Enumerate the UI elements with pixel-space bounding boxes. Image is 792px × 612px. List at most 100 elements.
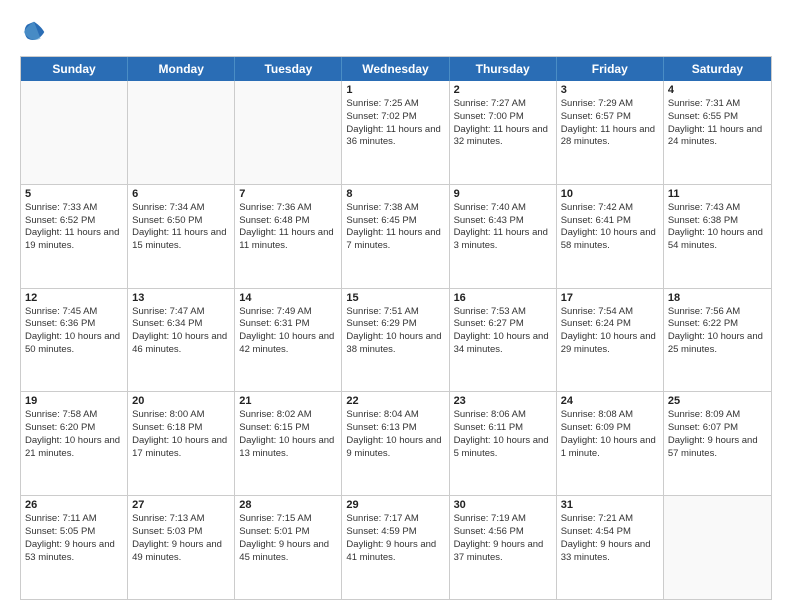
calendar-cell: 23Sunrise: 8:06 AM Sunset: 6:11 PM Dayli…: [450, 392, 557, 495]
day-info: Sunrise: 7:51 AM Sunset: 6:29 PM Dayligh…: [346, 306, 444, 357]
day-number: 1: [346, 84, 444, 96]
day-number: 14: [239, 292, 337, 304]
calendar-cell: 4 Sunrise: 7:31 AM Sunset: 6:55 PM Daylig…: [664, 81, 771, 184]
calendar-cell: 20 Sunrise: 8:00 AM Sunset: 6:18 PM Dayli…: [128, 392, 235, 495]
calendar-cell: [128, 81, 235, 184]
day-info: Sunrise: 8:00 AM Sunset: 6:18 PM Dayligh…: [132, 409, 230, 460]
calendar-week-3: 12 Sunrise: 7:45 AM Sunset: 6:36 PM Dayli…: [21, 289, 771, 393]
day-number: 16: [454, 292, 552, 304]
day-info: Sunrise: 8:02 AM Sunset: 6:15 PM Dayligh…: [239, 409, 337, 460]
calendar-cell: 18Sunrise: 7:56 AM Sunset: 6:22 PM Dayli…: [664, 289, 771, 392]
calendar-cell: 12 Sunrise: 7:45 AM Sunset: 6:36 PM Dayli…: [21, 289, 128, 392]
calendar-cell: 10 Sunrise: 7:42 AM Sunset: 6:41 PM Dayli…: [557, 185, 664, 288]
calendar-cell: 13 Sunrise: 7:47 AM Sunset: 6:34 PM Dayli…: [128, 289, 235, 392]
header-day-monday: Monday: [128, 57, 235, 81]
day-number: 29: [346, 499, 444, 511]
header-day-tuesday: Tuesday: [235, 57, 342, 81]
day-number: 4: [668, 84, 767, 96]
day-info: Sunrise: 7:11 AM Sunset: 5:05 PM Dayligh…: [25, 513, 123, 564]
calendar-cell: 15 Sunrise: 7:51 AM Sunset: 6:29 PM Dayli…: [342, 289, 449, 392]
day-number: 20: [132, 395, 230, 407]
day-number: 15: [346, 292, 444, 304]
day-number: 9: [454, 188, 552, 200]
day-number: 27: [132, 499, 230, 511]
calendar-cell: 31Sunrise: 7:21 AM Sunset: 4:54 PM Dayli…: [557, 496, 664, 599]
calendar-cell: 29 Sunrise: 7:17 AM Sunset: 4:59 PM Dayli…: [342, 496, 449, 599]
day-number: 10: [561, 188, 659, 200]
day-info: Sunrise: 7:27 AM Sunset: 7:00 PM Dayligh…: [454, 98, 552, 149]
day-info: Sunrise: 7:13 AM Sunset: 5:03 PM Dayligh…: [132, 513, 230, 564]
calendar-cell: 9 Sunrise: 7:40 AM Sunset: 6:43 PM Daylig…: [450, 185, 557, 288]
calendar-week-4: 19 Sunrise: 7:58 AM Sunset: 6:20 PM Dayli…: [21, 392, 771, 496]
day-info: Sunrise: 7:34 AM Sunset: 6:50 PM Dayligh…: [132, 202, 230, 253]
calendar-header: SundayMondayTuesdayWednesdayThursdayFrid…: [21, 57, 771, 81]
day-info: Sunrise: 7:17 AM Sunset: 4:59 PM Dayligh…: [346, 513, 444, 564]
calendar-cell: 30 Sunrise: 7:19 AM Sunset: 4:56 PM Dayli…: [450, 496, 557, 599]
calendar-cell: 19 Sunrise: 7:58 AM Sunset: 6:20 PM Dayli…: [21, 392, 128, 495]
day-number: 8: [346, 188, 444, 200]
day-info: Sunrise: 7:45 AM Sunset: 6:36 PM Dayligh…: [25, 306, 123, 357]
day-number: 21: [239, 395, 337, 407]
day-number: 17: [561, 292, 659, 304]
calendar-week-5: 26 Sunrise: 7:11 AM Sunset: 5:05 PM Dayli…: [21, 496, 771, 599]
calendar-cell: 7 Sunrise: 7:36 AM Sunset: 6:48 PM Daylig…: [235, 185, 342, 288]
day-info: Sunrise: 7:31 AM Sunset: 6:55 PM Dayligh…: [668, 98, 767, 149]
calendar-cell: 14Sunrise: 7:49 AM Sunset: 6:31 PM Dayli…: [235, 289, 342, 392]
calendar-cell: 27 Sunrise: 7:13 AM Sunset: 5:03 PM Dayli…: [128, 496, 235, 599]
day-info: Sunrise: 7:54 AM Sunset: 6:24 PM Dayligh…: [561, 306, 659, 357]
day-info: Sunrise: 7:21 AM Sunset: 4:54 PM Dayligh…: [561, 513, 659, 564]
calendar-cell: 26 Sunrise: 7:11 AM Sunset: 5:05 PM Dayli…: [21, 496, 128, 599]
page: SundayMondayTuesdayWednesdayThursdayFrid…: [0, 0, 792, 612]
day-info: Sunrise: 7:47 AM Sunset: 6:34 PM Dayligh…: [132, 306, 230, 357]
day-number: 19: [25, 395, 123, 407]
calendar-cell: [21, 81, 128, 184]
calendar-cell: 5 Sunrise: 7:33 AM Sunset: 6:52 PM Daylig…: [21, 185, 128, 288]
day-number: 22: [346, 395, 444, 407]
calendar-cell: 8 Sunrise: 7:38 AM Sunset: 6:45 PM Daylig…: [342, 185, 449, 288]
day-info: Sunrise: 8:08 AM Sunset: 6:09 PM Dayligh…: [561, 409, 659, 460]
day-info: Sunrise: 7:58 AM Sunset: 6:20 PM Dayligh…: [25, 409, 123, 460]
day-number: 26: [25, 499, 123, 511]
calendar-cell: 17 Sunrise: 7:54 AM Sunset: 6:24 PM Dayli…: [557, 289, 664, 392]
day-info: Sunrise: 7:42 AM Sunset: 6:41 PM Dayligh…: [561, 202, 659, 253]
calendar-cell: 24Sunrise: 8:08 AM Sunset: 6:09 PM Dayli…: [557, 392, 664, 495]
day-number: 25: [668, 395, 767, 407]
calendar-cell: 11Sunrise: 7:43 AM Sunset: 6:38 PM Dayli…: [664, 185, 771, 288]
day-number: 2: [454, 84, 552, 96]
header-day-thursday: Thursday: [450, 57, 557, 81]
day-number: 7: [239, 188, 337, 200]
calendar: SundayMondayTuesdayWednesdayThursdayFrid…: [20, 56, 772, 600]
day-number: 18: [668, 292, 767, 304]
calendar-cell: 6Sunrise: 7:34 AM Sunset: 6:50 PM Daylig…: [128, 185, 235, 288]
calendar-cell: 22 Sunrise: 8:04 AM Sunset: 6:13 PM Dayli…: [342, 392, 449, 495]
header-day-friday: Friday: [557, 57, 664, 81]
day-number: 3: [561, 84, 659, 96]
calendar-cell: [235, 81, 342, 184]
calendar-cell: [664, 496, 771, 599]
header-day-saturday: Saturday: [664, 57, 771, 81]
logo: [20, 18, 52, 46]
logo-icon: [20, 18, 48, 46]
day-info: Sunrise: 7:53 AM Sunset: 6:27 PM Dayligh…: [454, 306, 552, 357]
header-day-sunday: Sunday: [21, 57, 128, 81]
calendar-cell: 2 Sunrise: 7:27 AM Sunset: 7:00 PM Daylig…: [450, 81, 557, 184]
day-info: Sunrise: 7:19 AM Sunset: 4:56 PM Dayligh…: [454, 513, 552, 564]
day-info: Sunrise: 7:40 AM Sunset: 6:43 PM Dayligh…: [454, 202, 552, 253]
day-info: Sunrise: 7:25 AM Sunset: 7:02 PM Dayligh…: [346, 98, 444, 149]
day-number: 30: [454, 499, 552, 511]
calendar-week-1: 1 Sunrise: 7:25 AM Sunset: 7:02 PM Daylig…: [21, 81, 771, 185]
day-info: Sunrise: 7:29 AM Sunset: 6:57 PM Dayligh…: [561, 98, 659, 149]
day-number: 13: [132, 292, 230, 304]
day-info: Sunrise: 7:38 AM Sunset: 6:45 PM Dayligh…: [346, 202, 444, 253]
day-info: Sunrise: 7:33 AM Sunset: 6:52 PM Dayligh…: [25, 202, 123, 253]
day-number: 12: [25, 292, 123, 304]
day-info: Sunrise: 7:36 AM Sunset: 6:48 PM Dayligh…: [239, 202, 337, 253]
calendar-cell: 21 Sunrise: 8:02 AM Sunset: 6:15 PM Dayli…: [235, 392, 342, 495]
day-info: Sunrise: 8:04 AM Sunset: 6:13 PM Dayligh…: [346, 409, 444, 460]
calendar-week-2: 5 Sunrise: 7:33 AM Sunset: 6:52 PM Daylig…: [21, 185, 771, 289]
day-info: Sunrise: 7:15 AM Sunset: 5:01 PM Dayligh…: [239, 513, 337, 564]
header-day-wednesday: Wednesday: [342, 57, 449, 81]
calendar-cell: 3 Sunrise: 7:29 AM Sunset: 6:57 PM Daylig…: [557, 81, 664, 184]
day-number: 5: [25, 188, 123, 200]
day-info: Sunrise: 8:09 AM Sunset: 6:07 PM Dayligh…: [668, 409, 767, 460]
